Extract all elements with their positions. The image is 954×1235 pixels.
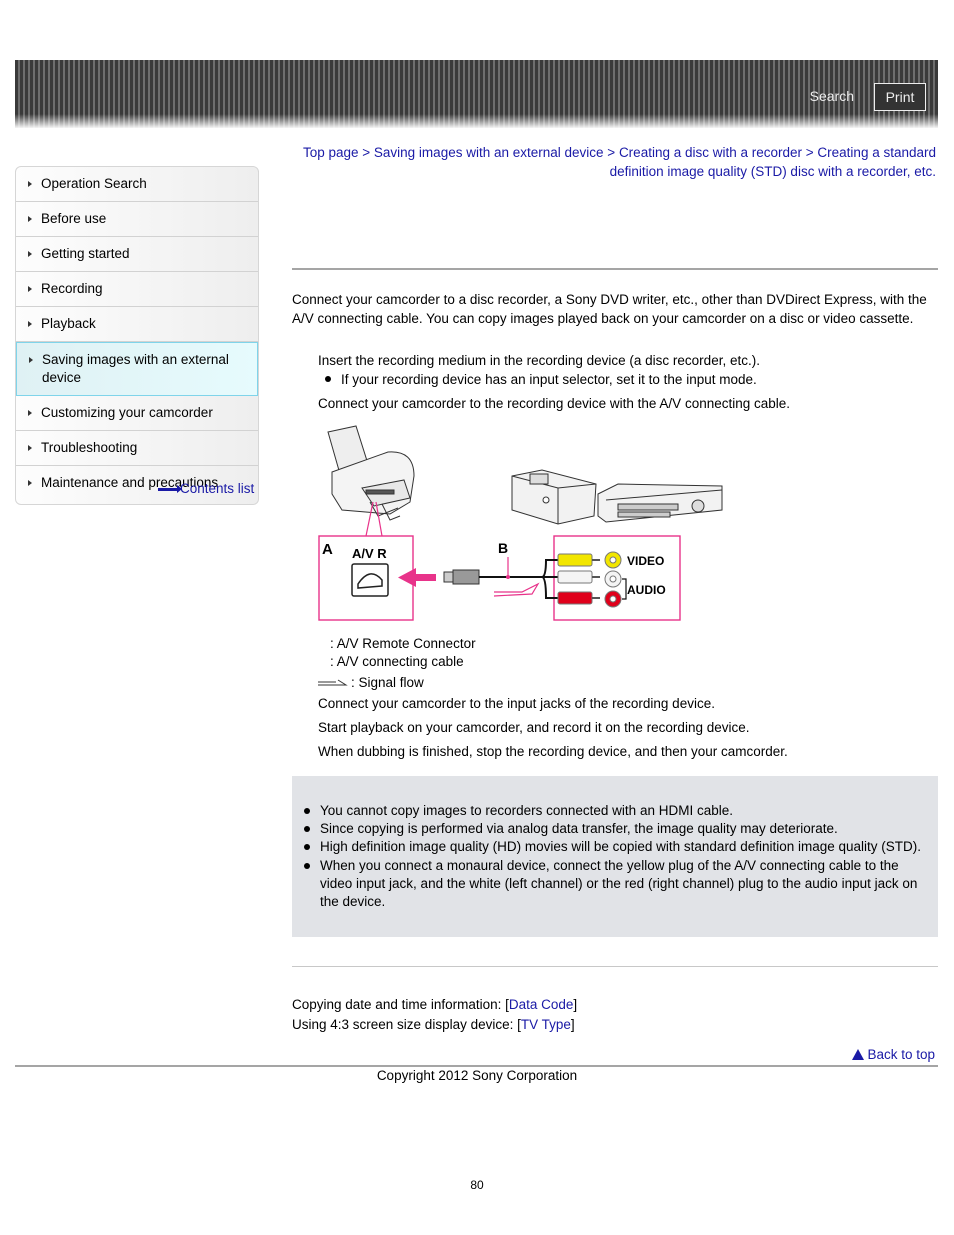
signal-flow-icon [318,680,348,686]
copyright: Copyright 2012 Sony Corporation [0,1068,954,1083]
related-prefix: Copying date and time information: [ [292,997,509,1012]
divider [292,966,938,967]
sidebar-item-saving-images[interactable]: Saving images with an external device [16,342,258,396]
av-plug [452,569,480,585]
triangle-right-icon [28,216,32,222]
step-4: Start playback on your camcorder, and re… [318,720,750,735]
sidebar-item-label: Customizing your camcorder [41,405,213,420]
sidebar-item-troubleshooting[interactable]: Troubleshooting [16,431,258,466]
bullet-icon [325,376,331,383]
sidebar-item-playback[interactable]: Playback [16,307,258,342]
note-item: When you connect a monaural device, conn… [302,857,928,912]
note-text: When you connect a monaural device, conn… [320,857,918,910]
triangle-right-icon [28,251,32,257]
label-b: B [498,540,508,556]
step-1: Insert the recording medium in the recor… [318,353,760,368]
breadcrumb: Top page > Saving images with an externa… [300,143,936,181]
related-suffix: ] [570,1017,575,1032]
step-2: Connect your camcorder to the recording … [318,396,791,411]
contents-list-label: Contents list [180,481,255,496]
port-label: A/V R [352,546,387,561]
triangle-right-icon [28,445,32,451]
label-a: A [322,541,333,558]
divider [15,1065,938,1067]
bullet-text: If your recording device has an input se… [341,372,757,387]
arrow-right-icon [158,484,182,493]
triangle-right-icon [28,480,32,486]
sidebar-item-getting-started[interactable]: Getting started [16,237,258,272]
triangle-right-icon [28,286,32,292]
sidebar-item-customizing[interactable]: Customizing your camcorder [16,396,258,431]
triangle-up-icon [852,1049,865,1060]
sidebar-item-label: Operation Search [41,176,147,191]
back-to-top-link[interactable]: Back to top [852,1047,935,1062]
step-1-bullet: If your recording device has an input se… [325,371,757,389]
triangle-right-icon [28,410,32,416]
contents-list-link[interactable]: Contents list [158,481,258,496]
bullet-icon [304,862,310,869]
search-link[interactable]: Search [810,88,854,104]
sidebar-item-recording[interactable]: Recording [16,272,258,307]
breadcrumb-item[interactable]: Top page [303,145,359,160]
sidebar-item-operation-search[interactable]: Operation Search [16,167,258,202]
legend-signal: : Signal flow [318,674,424,692]
bullet-icon [304,844,310,851]
page-number: 80 [470,1178,484,1192]
breadcrumb-item[interactable]: Creating a disc with a recorder [619,145,802,160]
sidebar-item-label: Getting started [41,246,130,261]
legend-b: : A/V connecting cable [330,654,464,669]
sidebar-item-label: Recording [41,281,103,296]
note-item: You cannot copy images to recorders conn… [302,802,928,820]
legend-signal-text: : Signal flow [351,675,424,690]
notes-box: You cannot copy images to recorders conn… [292,776,938,937]
note-item: High definition image quality (HD) movie… [302,838,928,856]
related-suffix: ] [573,997,578,1012]
triangle-right-icon [29,357,33,363]
legend-a: : A/V Remote Connector [330,636,476,651]
note-item: Since copying is performed via analog da… [302,820,928,838]
connection-diagram: A A/V R B VIDEO AUDIO [318,425,723,621]
related-prefix: Using 4:3 screen size display device: [ [292,1017,521,1032]
tv-type-link[interactable]: TV Type [521,1017,571,1032]
step-5: When dubbing is finished, stop the recor… [318,744,788,759]
print-button[interactable]: Print [874,83,926,111]
sidebar-item-label: Saving images with an external device [42,352,229,385]
related-topic: Using 4:3 screen size display device: [T… [292,1016,575,1034]
triangle-right-icon [28,321,32,327]
signal-flow-arrow-icon [493,582,540,597]
recorder-illustration [597,483,723,523]
divider [292,268,938,270]
note-text: Since copying is performed via analog da… [320,821,838,837]
breadcrumb-separator: > [358,145,374,160]
white-plug [557,570,593,584]
note-text: High definition image quality (HD) movie… [320,839,922,855]
related-topic: Copying date and time information: [Data… [292,996,577,1014]
note-text: You cannot copy images to recorders conn… [320,803,733,818]
red-plug [557,591,593,605]
header-bar: Search Print [15,60,938,128]
video-label: VIDEO [627,554,664,568]
sidebar-item-label: Before use [41,211,107,226]
dvd-writer-illustration [511,469,597,525]
breadcrumb-item[interactable]: Saving images with an external device [374,145,604,160]
camcorder-illustration [327,425,415,521]
breadcrumb-separator: > [802,145,818,160]
copyright-text: Copyright 2012 Sony Corporation [376,1068,578,1083]
back-to-top-label: Back to top [867,1047,935,1062]
audio-label: AUDIO [627,583,666,597]
intro-paragraph: Connect your camcorder to a disc recorde… [292,292,927,326]
sidebar-item-label: Playback [41,316,96,331]
triangle-right-icon [28,181,32,187]
breadcrumb-separator: > [603,145,619,160]
sidebar-nav: Operation Search Before use Getting star… [15,166,259,505]
bullet-icon [304,826,310,833]
bullet-icon [304,808,310,814]
yellow-plug [557,553,593,567]
data-code-link[interactable]: Data Code [509,997,574,1012]
sidebar-item-before-use[interactable]: Before use [16,202,258,237]
sidebar-item-label: Troubleshooting [41,440,138,455]
step-3: Connect your camcorder to the input jack… [318,696,715,711]
